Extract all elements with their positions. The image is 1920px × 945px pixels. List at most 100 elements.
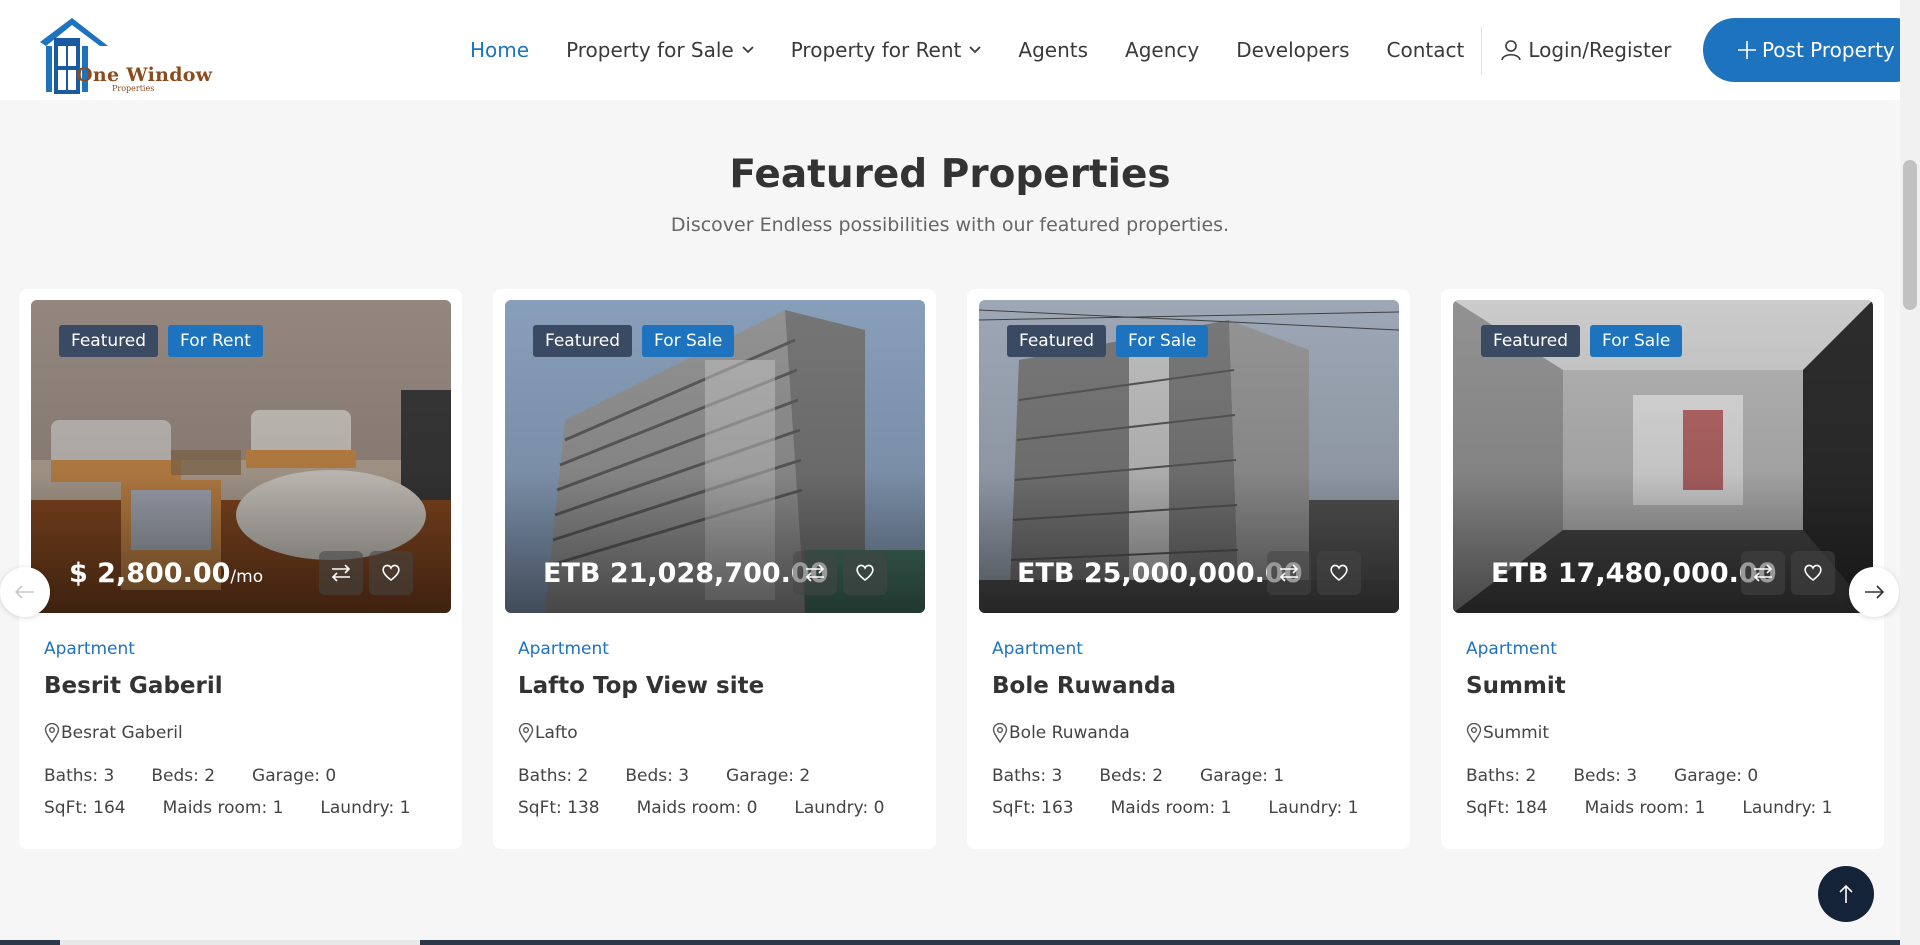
property-type[interactable]: Apartment <box>992 639 1083 659</box>
nav-divider <box>1481 26 1483 74</box>
post-property-button[interactable]: Post Property <box>1703 18 1920 82</box>
user-icon <box>1501 40 1522 61</box>
location-label: Besrat Gaberil <box>61 723 183 743</box>
site-logo[interactable]: One Window Properties <box>38 16 212 96</box>
compare-icon <box>1279 564 1299 582</box>
nav-property-for-sale-label: Property for Sale <box>566 38 734 62</box>
nav-agency[interactable]: Agency <box>1125 38 1199 62</box>
compare-button[interactable] <box>319 551 363 595</box>
price-period: /mo <box>230 567 264 587</box>
property-title[interactable]: Bole Ruwanda <box>992 673 1176 699</box>
sqft-info: SqFt: 163 <box>992 798 1074 818</box>
nav-property-for-sale[interactable]: Property for Sale <box>566 38 754 62</box>
arrow-left-icon <box>15 585 34 599</box>
map-pin-icon <box>518 723 534 743</box>
nav-property-for-rent[interactable]: Property for Rent <box>791 38 982 62</box>
property-card[interactable]: Featured For Rent $ 2,800.00/mo Apartmen… <box>19 289 462 849</box>
property-image[interactable]: Featured For Sale ETB 25,000,000.00 <box>979 300 1399 613</box>
beds-info: Beds: 3 <box>625 766 690 786</box>
property-meta-row: SqFt: 163 Maids room: 1 Laundry: 1 <box>992 798 1395 818</box>
nav-home[interactable]: Home <box>470 38 529 62</box>
nav-developers[interactable]: Developers <box>1236 38 1349 62</box>
property-image[interactable]: Featured For Rent $ 2,800.00/mo <box>31 300 451 613</box>
garage-info: Garage: 0 <box>252 766 337 786</box>
sqft-info: SqFt: 138 <box>518 798 600 818</box>
status-badge: For Rent <box>168 325 263 357</box>
login-register-link[interactable]: Login/Register <box>1500 38 1671 62</box>
property-price: $ 2,800.00/mo <box>69 558 263 589</box>
beds-info: Beds: 2 <box>151 766 216 786</box>
maids-room-info: Maids room: 1 <box>1110 798 1232 818</box>
property-meta-row: SqFt: 138 Maids room: 0 Laundry: 0 <box>518 798 921 818</box>
nav-property-for-rent-label: Property for Rent <box>790 38 962 62</box>
property-type[interactable]: Apartment <box>44 639 135 659</box>
badge-group: Featured For Rent <box>59 325 273 357</box>
featured-badge: Featured <box>59 325 159 357</box>
scrollbar-thumb[interactable] <box>1903 160 1917 310</box>
property-location: Lafto <box>518 723 578 743</box>
status-badge: For Sale <box>642 325 735 357</box>
back-to-top-button[interactable] <box>1818 866 1874 922</box>
location-label: Bole Ruwanda <box>1009 723 1130 743</box>
beds-info: Beds: 2 <box>1099 766 1164 786</box>
section-title: Featured Properties <box>729 152 1171 197</box>
property-card[interactable]: Featured For Sale ETB 17,480,000.00 Apar… <box>1441 289 1884 849</box>
garage-info: Garage: 1 <box>1200 766 1285 786</box>
laundry-info: Laundry: 1 <box>1742 798 1833 818</box>
footer-edge-segment <box>60 940 420 945</box>
badge-group: Featured For Sale <box>1481 325 1692 357</box>
property-meta-row: Baths: 2 Beds: 3 Garage: 2 <box>518 766 847 786</box>
compare-button[interactable] <box>793 551 837 595</box>
compare-icon <box>331 564 351 582</box>
favorite-button[interactable] <box>369 551 413 595</box>
footer-edge <box>0 940 1900 945</box>
maids-room-info: Maids room: 0 <box>636 798 758 818</box>
property-title[interactable]: Lafto Top View site <box>518 673 764 699</box>
featured-badge: Featured <box>533 325 633 357</box>
featured-badge: Featured <box>1481 325 1581 357</box>
nav-contact[interactable]: Contact <box>1387 38 1465 62</box>
carousel-prev-button[interactable] <box>0 567 50 617</box>
compare-button[interactable] <box>1267 551 1311 595</box>
maids-room-info: Maids room: 1 <box>1584 798 1706 818</box>
login-register-label: Login/Register <box>1528 38 1672 62</box>
map-pin-icon <box>1466 723 1482 743</box>
property-card[interactable]: Featured For Sale ETB 25,000,000.00 Apar… <box>967 289 1410 849</box>
site-header: One Window Properties Home Property for … <box>0 0 1920 100</box>
property-meta-row: Baths: 3 Beds: 2 Garage: 1 <box>992 766 1321 786</box>
property-meta-row: SqFt: 184 Maids room: 1 Laundry: 1 <box>1466 798 1869 818</box>
property-title[interactable]: Summit <box>1466 673 1566 699</box>
nav-agency-label: Agency <box>1125 38 1200 62</box>
compare-button[interactable] <box>1741 551 1785 595</box>
favorite-button[interactable] <box>1791 551 1835 595</box>
post-property-label: Post Property <box>1761 38 1895 62</box>
baths-info: Baths: 3 <box>44 766 115 786</box>
nav-agents-label: Agents <box>1018 38 1089 62</box>
badge-group: Featured For Sale <box>1007 325 1218 357</box>
featured-badge: Featured <box>1007 325 1107 357</box>
baths-info: Baths: 3 <box>992 766 1063 786</box>
property-type[interactable]: Apartment <box>1466 639 1557 659</box>
heart-icon <box>382 564 400 582</box>
map-pin-icon <box>992 723 1008 743</box>
location-label: Summit <box>1483 723 1550 743</box>
property-image[interactable]: Featured For Sale ETB 21,028,700.00 <box>505 300 925 613</box>
property-card[interactable]: Featured For Sale ETB 21,028,700.00 Apar… <box>493 289 936 849</box>
brand-subtitle: Properties <box>112 84 155 93</box>
garage-info: Garage: 2 <box>726 766 811 786</box>
property-type[interactable]: Apartment <box>518 639 609 659</box>
page-scrollbar[interactable] <box>1900 0 1920 945</box>
property-meta-row: Baths: 2 Beds: 3 Garage: 0 <box>1466 766 1795 786</box>
laundry-info: Laundry: 1 <box>320 798 411 818</box>
carousel-next-button[interactable] <box>1849 567 1899 617</box>
nav-agents[interactable]: Agents <box>1018 38 1088 62</box>
favorite-button[interactable] <box>843 551 887 595</box>
favorite-button[interactable] <box>1317 551 1361 595</box>
map-pin-icon <box>44 723 60 743</box>
nav-contact-label: Contact <box>1386 38 1465 62</box>
heart-icon <box>1804 564 1822 582</box>
property-price: ETB 25,000,000.00 <box>1017 558 1302 589</box>
property-image[interactable]: Featured For Sale ETB 17,480,000.00 <box>1453 300 1873 613</box>
property-title[interactable]: Besrit Gaberil <box>44 673 223 699</box>
baths-info: Baths: 2 <box>1466 766 1537 786</box>
